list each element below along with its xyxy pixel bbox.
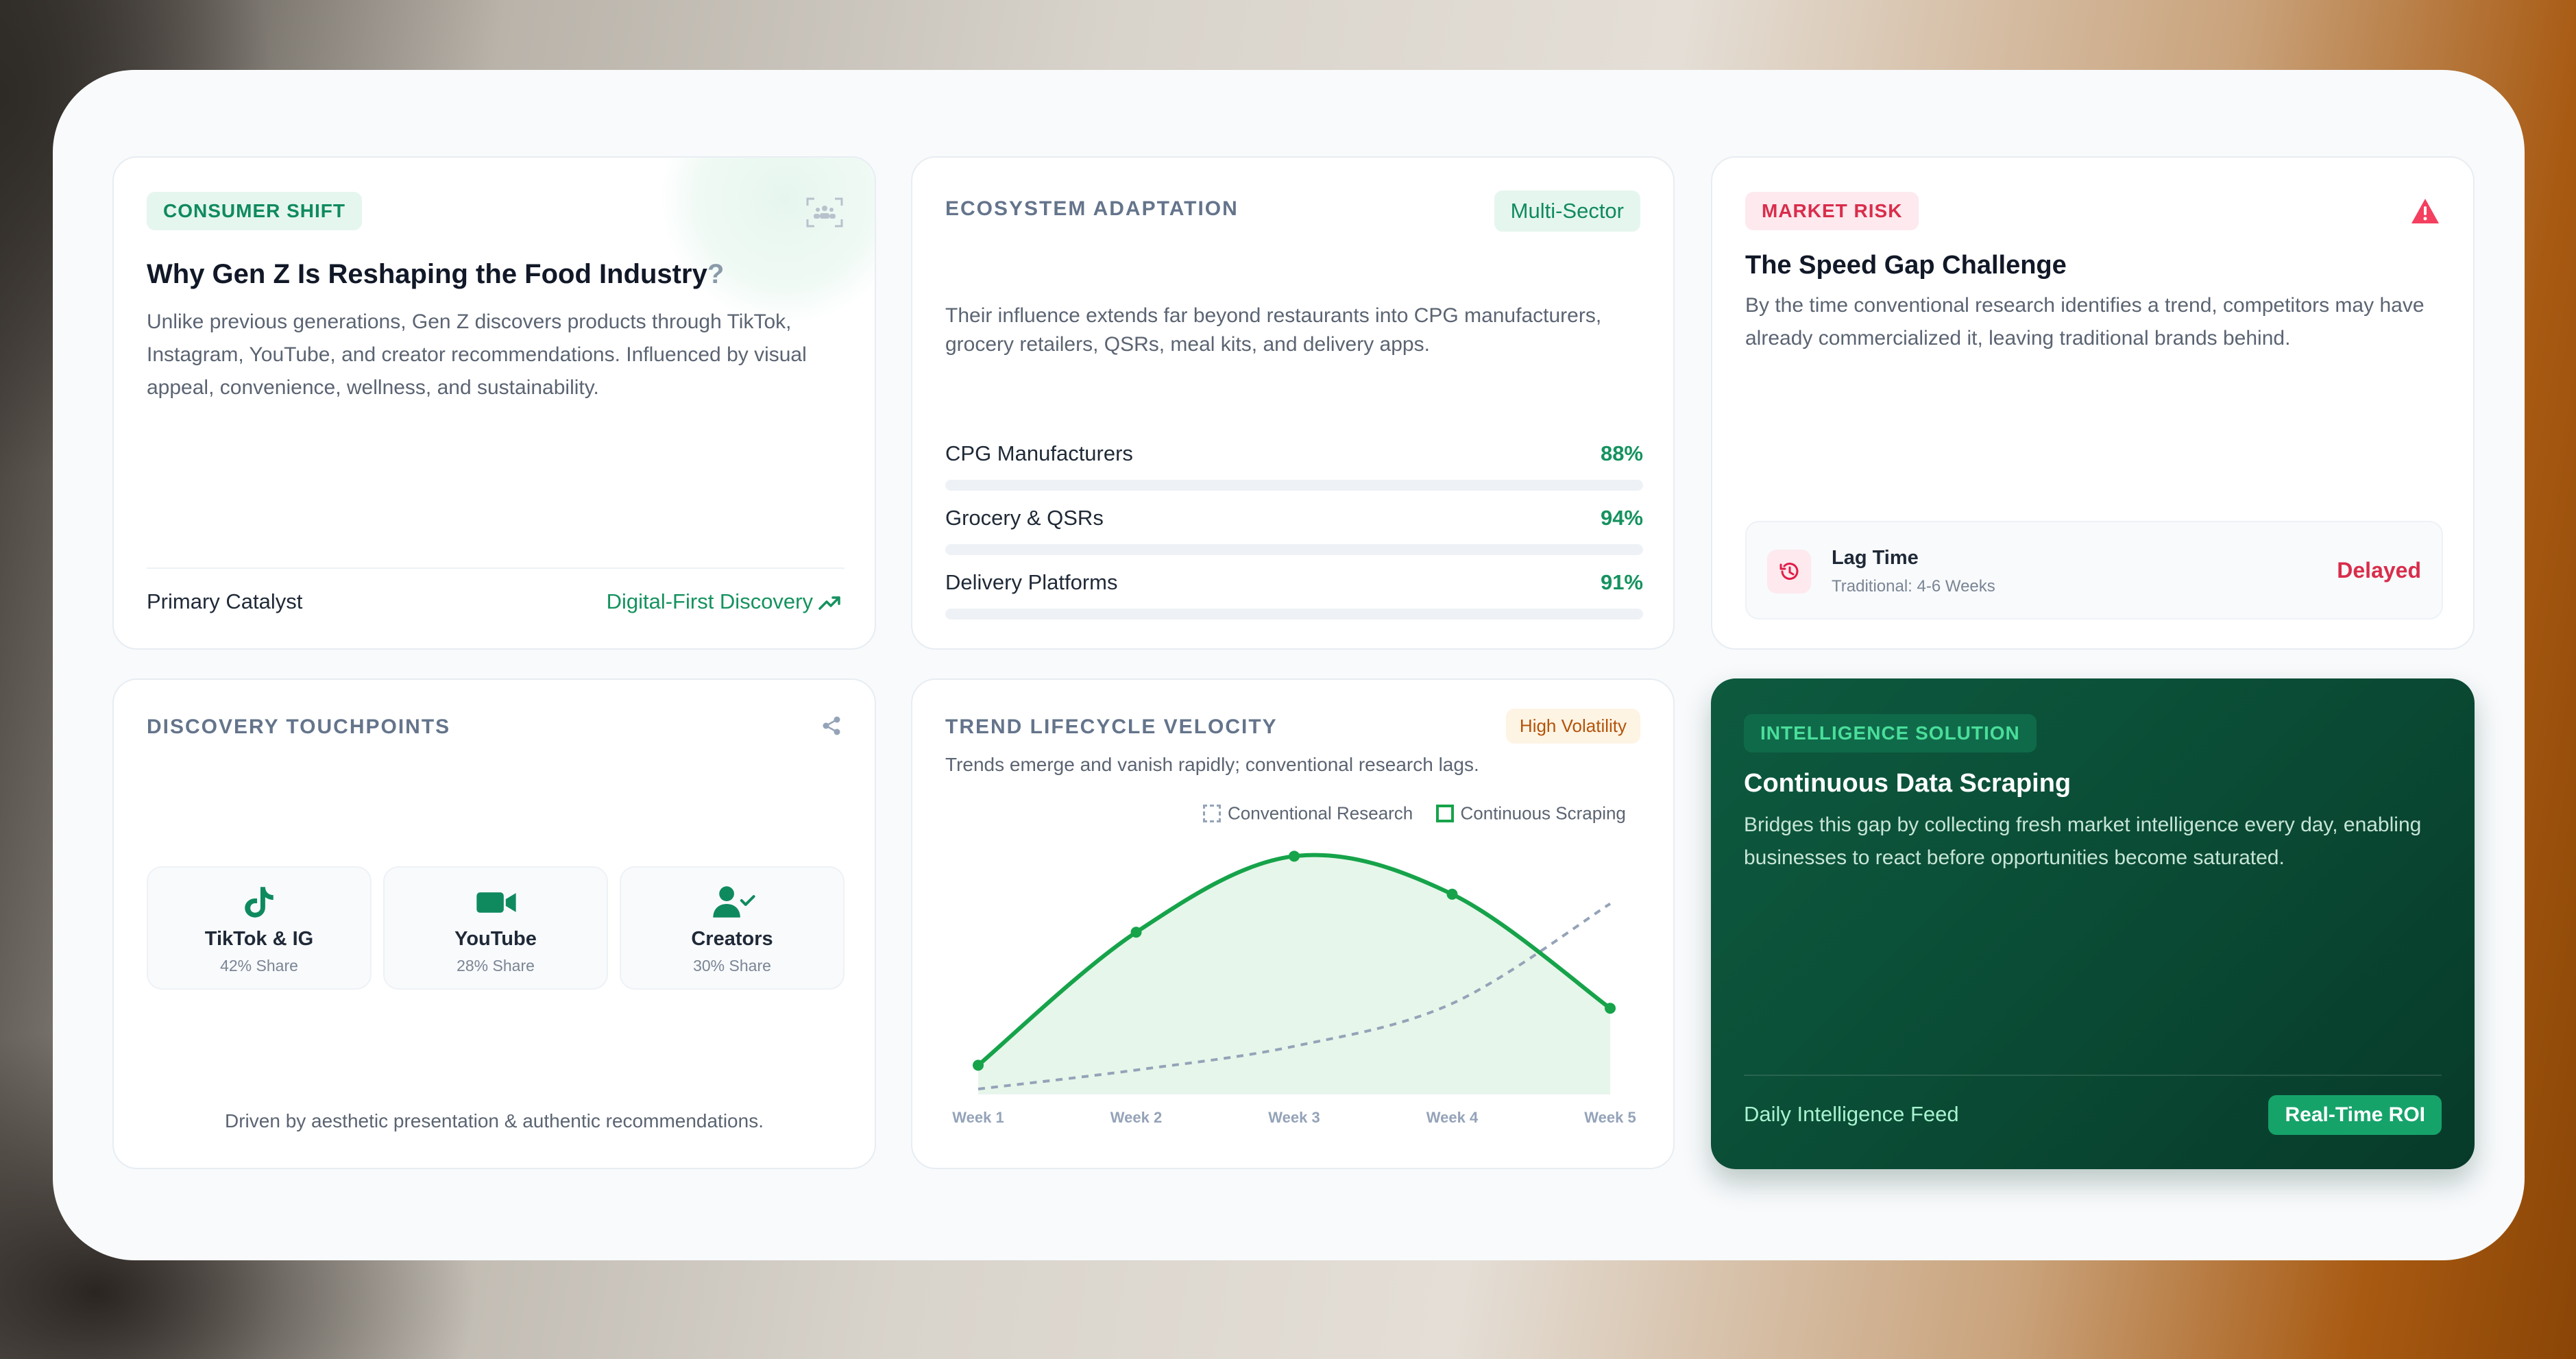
speed-gap-title: The Speed Gap Challenge	[1745, 251, 2067, 280]
x-tick-label: Week 3	[1268, 1109, 1320, 1126]
divider	[1744, 1075, 2442, 1076]
trend-lifecycle-card: TREND LIFECYCLE VELOCITY High Volatility…	[911, 678, 1675, 1169]
user-check-icon	[713, 886, 755, 918]
decorative-circle	[662, 158, 875, 322]
intelligence-solution-tag: INTELLIGENCE SOLUTION	[1744, 714, 2037, 752]
data-point-1	[973, 1060, 984, 1071]
intelligence-solution-card: INTELLIGENCE SOLUTION Continuous Data Sc…	[1711, 678, 2475, 1169]
bar-row-delivery: Delivery Platforms 91%	[945, 570, 1643, 620]
ecosystem-label: ECOSYSTEM ADAPTATION	[945, 197, 1239, 220]
bar-track	[945, 480, 1643, 491]
bar-name: CPG Manufacturers	[945, 441, 1133, 465]
touchpoint-name: TikTok & IG	[204, 928, 314, 950]
scan-users-icon[interactable]	[806, 197, 843, 228]
touchpoint-share: 42% Share	[220, 957, 298, 975]
touchpoints-note: Driven by aesthetic presentation & authe…	[225, 1110, 764, 1131]
primary-catalyst-value[interactable]: Digital-First Discovery	[607, 589, 842, 614]
touchpoint-share: 30% Share	[693, 957, 771, 975]
discovery-touchpoints-card: DISCOVERY TOUCHPOINTS TikTok & IG 42% Sh…	[112, 678, 876, 1169]
data-point-2	[1130, 927, 1142, 938]
speed-gap-body: By the time conventional research identi…	[1745, 294, 2425, 350]
tiktok-icon	[245, 887, 274, 918]
solution-body: Bridges this gap by collecting fresh mar…	[1744, 813, 2422, 869]
lag-time-box: Lag Time Traditional: 4-6 Weeks Delayed	[1745, 521, 2443, 620]
series-area-continuous-scraping	[978, 855, 1610, 1094]
bar-percent: 88%	[1600, 441, 1643, 465]
share-icon[interactable]	[821, 715, 842, 736]
market-risk-tag: MARKET RISK	[1745, 192, 1919, 230]
bar-percent: 91%	[1600, 570, 1643, 594]
lag-time-sub: Traditional: 4-6 Weeks	[1832, 577, 1995, 596]
x-tick-label: Week 1	[952, 1109, 1004, 1126]
market-risk-card: MARKET RISK The Speed Gap Challenge By t…	[1711, 156, 2475, 650]
lag-time-title: Lag Time	[1832, 547, 1919, 569]
x-tick-label: Week 2	[1110, 1109, 1162, 1126]
touchpoint-name: YouTube	[454, 928, 537, 950]
touchpoint-share: 28% Share	[457, 957, 535, 975]
bar-row-cpg: CPG Manufacturers 88%	[945, 441, 1643, 491]
bar-row-grocery: Grocery & QSRs 94%	[945, 506, 1643, 555]
bar-track	[945, 544, 1643, 555]
bar-percent: 94%	[1600, 506, 1643, 530]
solution-title: Continuous Data Scraping	[1744, 769, 2071, 798]
divider	[147, 567, 845, 569]
data-point-4	[1446, 888, 1458, 900]
bar-track	[945, 609, 1643, 620]
touchpoint-tiktok[interactable]: TikTok & IG 42% Share	[147, 866, 372, 990]
trending-up-icon	[818, 596, 840, 610]
real-time-roi-button[interactable]: Real-Time ROI	[2268, 1095, 2442, 1135]
touchpoints-label: DISCOVERY TOUCHPOINTS	[147, 715, 451, 738]
consumer-shift-body: Unlike previous generations, Gen Z disco…	[147, 310, 807, 399]
consumer-shift-tag: CONSUMER SHIFT	[147, 192, 362, 230]
x-tick-label: Week 5	[1584, 1109, 1636, 1126]
delayed-status: Delayed	[2337, 558, 2421, 583]
ecosystem-adaptation-card: ECOSYSTEM ADAPTATION Multi-Sector Their …	[911, 156, 1675, 650]
trend-chart: Week 1 Week 2 Week 3 Week 4 Week 5	[952, 850, 1636, 1126]
touchpoint-name: Creators	[691, 928, 773, 950]
bar-name: Delivery Platforms	[945, 570, 1118, 594]
x-tick-label: Week 4	[1426, 1109, 1479, 1126]
touchpoint-youtube[interactable]: YouTube 28% Share	[383, 866, 608, 990]
warning-icon	[2411, 199, 2439, 223]
touchpoint-creators[interactable]: Creators 30% Share	[620, 866, 845, 990]
data-point-5	[1605, 1003, 1616, 1014]
primary-catalyst-label: Primary Catalyst	[147, 589, 303, 613]
consumer-shift-title: Why Gen Z Is Reshaping the Food Industry…	[147, 259, 725, 289]
multi-sector-badge: Multi-Sector	[1494, 191, 1640, 232]
data-point-3	[1289, 850, 1300, 862]
history-icon	[1767, 550, 1811, 593]
consumer-shift-card: CONSUMER SHIFT Why Gen Z Is Reshaping th…	[112, 156, 876, 650]
daily-feed-label: Daily Intelligence Feed	[1744, 1102, 1959, 1126]
video-camera-icon	[476, 892, 516, 913]
bar-name: Grocery & QSRs	[945, 506, 1104, 530]
ecosystem-body: Their influence extends far beyond resta…	[945, 304, 1602, 356]
